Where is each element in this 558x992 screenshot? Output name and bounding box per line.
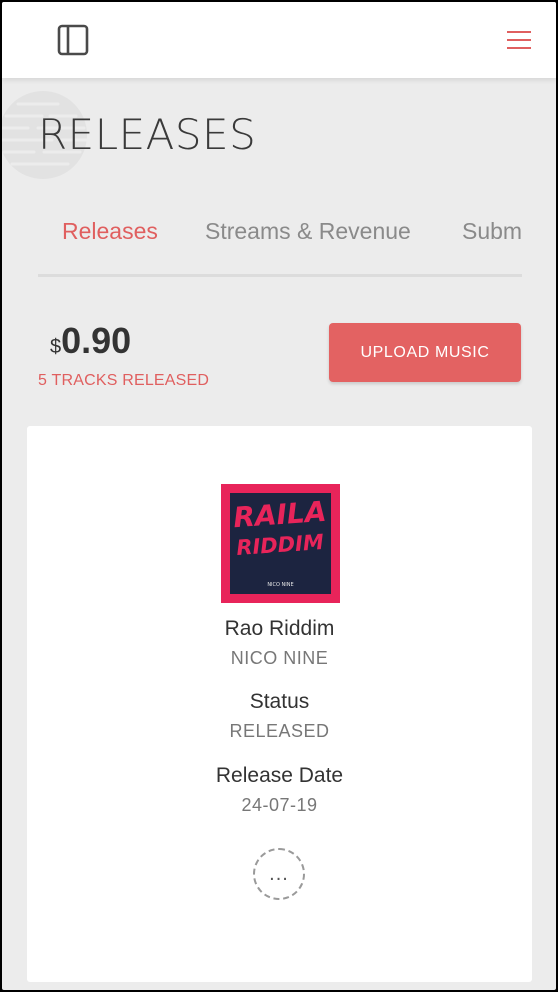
tab-streams-revenue[interactable]: Streams & Revenue [205,218,411,245]
page-title: RELEASES [38,110,257,159]
app-frame: RELEASES Releases Streams & Revenue Subm… [2,2,556,990]
release-date-value: 24-07-19 [241,795,318,815]
release-title: Rao Riddim [224,617,335,640]
cover-artist: NICO NINE [267,582,293,588]
revenue-balance: $0.90 [50,320,131,362]
release-cover-art[interactable]: RAILA RIDDIM NICO NINE [221,484,340,603]
tab-releases[interactable]: Releases [62,218,158,245]
top-bar [2,2,556,78]
more-options-icon: ... [269,862,289,885]
release-card: RAILA RIDDIM NICO NINE Rao Riddim NICO N… [27,426,532,982]
tab-submissions[interactable]: Submissions [462,218,522,245]
release-artist: NICO NINE [230,648,329,668]
currency-symbol: $ [50,336,62,358]
tracks-released-count: 5 TRACKS RELEASED [38,372,209,390]
status-value: RELEASED [229,721,330,741]
more-options-button[interactable]: ... [253,848,305,900]
tracks-count: 5 [38,372,48,389]
active-tab-indicator [38,274,181,277]
upload-music-button[interactable]: UPLOAD MUSIC [329,323,521,382]
status-label: Status [249,690,310,713]
hamburger-menu-icon[interactable] [505,28,533,52]
release-date-label: Release Date [215,764,344,787]
balance-amount: 0.90 [61,320,132,361]
cover-line1: RAILA [232,495,327,534]
tracks-label: TRACKS RELEASED [51,372,210,389]
tab-bar: Releases Streams & Revenue Submissions [38,212,522,277]
sidebar-panel-icon[interactable] [57,24,89,56]
